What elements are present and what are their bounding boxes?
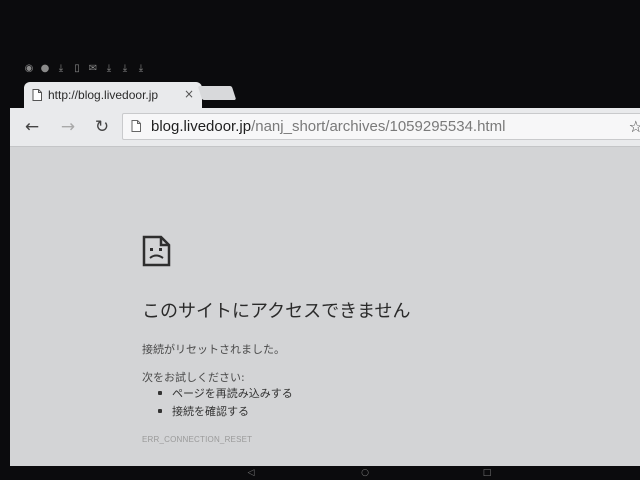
reload-button[interactable]: ↻ [92, 117, 112, 137]
page-icon [32, 89, 42, 101]
download-icon: ⤓ [138, 63, 144, 74]
recents-nav-icon[interactable]: □ [478, 468, 496, 478]
chrome-icon: ◉ [24, 63, 34, 74]
error-code: ERR_CONNECTION_RESET [142, 435, 253, 444]
suggestion-reload: ページを再読み込みする [158, 385, 293, 403]
phone-icon: ▯ [74, 63, 80, 74]
tab-strip: http://blog.livedoor.jp × [10, 78, 640, 108]
back-nav-icon[interactable]: ◁ [242, 468, 260, 478]
home-nav-icon[interactable]: ○ [356, 468, 374, 478]
tab-active[interactable]: http://blog.livedoor.jp × [24, 82, 202, 108]
page-icon [131, 120, 141, 132]
suggestions-label: 次をお試しください: [142, 371, 245, 384]
url-path: /nanj_short/archives/1059295534.html [251, 118, 506, 135]
status-bar: ◉ ● ⤓ ▯ ✉ ⤓ ⤓ ⤓ [24, 62, 146, 76]
browser-window: http://blog.livedoor.jp × ← → ↻ blog.liv… [10, 78, 640, 470]
close-icon[interactable]: × [184, 88, 194, 100]
error-description: 接続がリセットされました。 [142, 343, 285, 356]
chat-icon: ● [40, 63, 50, 74]
address-bar[interactable]: blog.livedoor.jp/nanj_short/archives/105… [122, 113, 640, 140]
error-title: このサイトにアクセスできません [142, 301, 411, 322]
bookmark-star-icon[interactable]: ☆ [629, 117, 640, 136]
download-icon: ⤓ [58, 63, 64, 74]
mail-icon: ✉ [88, 63, 98, 74]
error-page: このサイトにアクセスできません 接続がリセットされました。 次をお試しください:… [10, 147, 640, 470]
tab-title: http://blog.livedoor.jp [48, 88, 159, 102]
url-text[interactable]: blog.livedoor.jp/nanj_short/archives/105… [151, 118, 505, 135]
new-tab-button[interactable] [197, 86, 237, 100]
system-nav-bar: ◁ ○ □ [0, 466, 640, 480]
download-icon: ⤓ [106, 63, 112, 74]
suggestion-check-connection: 接続を確認する [158, 403, 293, 421]
url-host: blog.livedoor.jp [151, 118, 252, 135]
sad-page-icon [142, 235, 171, 267]
forward-button[interactable]: → [58, 117, 78, 137]
download-icon: ⤓ [122, 63, 128, 74]
toolbar: ← → ↻ blog.livedoor.jp/nanj_short/archiv… [10, 108, 640, 147]
suggestions-list: ページを再読み込みする 接続を確認する [158, 385, 293, 421]
back-button[interactable]: ← [22, 117, 42, 137]
